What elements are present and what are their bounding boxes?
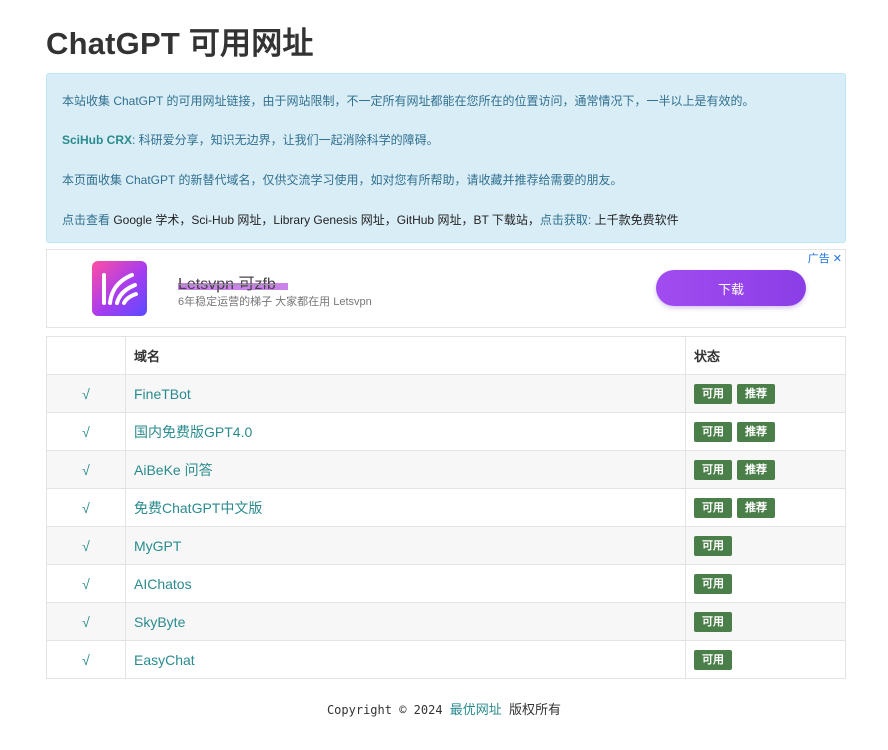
check-mark-icon: √ xyxy=(46,412,126,451)
table-row: √ MyGPT 可用 xyxy=(46,526,846,565)
info-line-1: 本站收集 ChatGPT 的可用网址链接，由于网站限制，不一定所有网址都能在您所… xyxy=(62,94,755,108)
table-header-row: 域名 状态 xyxy=(46,336,846,375)
info-line-2-text: : 科研爱分享，知识无边界，让我们一起消除科学的障碍。 xyxy=(132,133,439,147)
domain-link[interactable]: EasyChat xyxy=(134,652,195,668)
ad-download-button[interactable]: 下载 xyxy=(656,270,806,306)
recommend-badge: 推荐 xyxy=(737,459,775,480)
table-row: √ AiBeKe 问答 可用 推荐 xyxy=(46,450,846,489)
free-software-link[interactable]: 上千款免费软件 xyxy=(591,213,679,227)
info-line-2: SciHub CRX: 科研爱分享，知识无边界，让我们一起消除科学的障碍。 xyxy=(62,131,439,148)
copyright-text: Copyright © 2024 xyxy=(326,703,443,717)
recommend-badge: 推荐 xyxy=(737,497,775,518)
page-title: ChatGPT 可用网址 xyxy=(46,26,314,61)
domain-table: 域名 状态 √ FineTBot 可用 推荐 √ 国内免费版GPT4.0 可用 推荐… xyxy=(46,336,846,679)
domain-link[interactable]: 国内免费版GPT4.0 xyxy=(134,424,252,440)
check-mark-icon: √ xyxy=(46,450,126,489)
info-line-4-mid: 点击获取: xyxy=(539,213,592,227)
check-mark-icon: √ xyxy=(46,564,126,603)
table-row: √ SkyByte 可用 xyxy=(46,602,846,641)
resource-links[interactable]: Google 学术，Sci-Hub 网址，Library Genesis 网址，… xyxy=(110,213,540,227)
table-row: √ EasyChat 可用 xyxy=(46,640,846,679)
check-mark-icon: √ xyxy=(46,602,126,641)
header-status: 状态 xyxy=(685,336,846,375)
table-row: √ 国内免费版GPT4.0 可用 推荐 xyxy=(46,412,846,451)
recommend-badge: 推荐 xyxy=(737,383,775,404)
ad-close-icon[interactable]: 广告 ✕ xyxy=(808,250,842,266)
header-domain: 域名 xyxy=(125,336,686,375)
check-mark-icon: √ xyxy=(46,374,126,413)
check-mark-icon: √ xyxy=(46,640,126,679)
domain-link[interactable]: FineTBot xyxy=(134,386,191,402)
info-line-4: 点击查看 Google 学术，Sci-Hub 网址，Library Genesi… xyxy=(62,211,679,228)
scihub-crx-link[interactable]: SciHub CRX xyxy=(62,133,132,147)
status-badge: 可用 xyxy=(694,535,732,556)
recommend-badge: 推荐 xyxy=(737,421,775,442)
letsvpn-logo-icon xyxy=(92,261,147,316)
ad-subtitle: 6年稳定运营的梯子 大家都在用 Letsvpn xyxy=(178,296,372,308)
status-badge: 可用 xyxy=(694,573,732,594)
domain-link[interactable]: AIChatos xyxy=(134,576,192,592)
domain-link[interactable]: MyGPT xyxy=(134,538,181,554)
domain-link[interactable]: AiBeKe 问答 xyxy=(134,462,213,478)
status-badge: 可用 xyxy=(694,649,732,670)
check-mark-icon: √ xyxy=(46,526,126,565)
rights-text: 版权所有 xyxy=(509,703,562,718)
table-row: √ AIChatos 可用 xyxy=(46,564,846,603)
ad-title[interactable]: Letsvpn 可zfb xyxy=(178,270,276,294)
site-link[interactable]: 最优网址 xyxy=(450,703,502,718)
header-check xyxy=(46,336,126,375)
status-badge: 可用 xyxy=(694,611,732,632)
footer: Copyright © 2024 最优网址 版权所有 xyxy=(0,699,888,718)
info-line-3: 本页面收集 ChatGPT 的新替代域名，仅供交流学习使用，如对您有所帮助，请收… xyxy=(62,173,623,187)
status-badge: 可用 xyxy=(694,383,732,404)
info-line-4-prefix: 点击查看 xyxy=(62,213,111,227)
status-badge: 可用 xyxy=(694,421,732,442)
domain-link[interactable]: SkyByte xyxy=(134,614,185,630)
status-badge: 可用 xyxy=(694,497,732,518)
status-badge: 可用 xyxy=(694,459,732,480)
check-mark-icon: √ xyxy=(46,488,126,527)
table-row: √ FineTBot 可用 推荐 xyxy=(46,374,846,413)
table-row: √ 免费ChatGPT中文版 可用 推荐 xyxy=(46,488,846,527)
ad-banner[interactable]: Letsvpn 可zfb 6年稳定运营的梯子 大家都在用 Letsvpn 下载 … xyxy=(46,249,846,328)
info-panel: 本站收集 ChatGPT 的可用网址链接，由于网站限制，不一定所有网址都能在您所… xyxy=(46,73,846,243)
domain-link[interactable]: 免费ChatGPT中文版 xyxy=(134,500,262,516)
